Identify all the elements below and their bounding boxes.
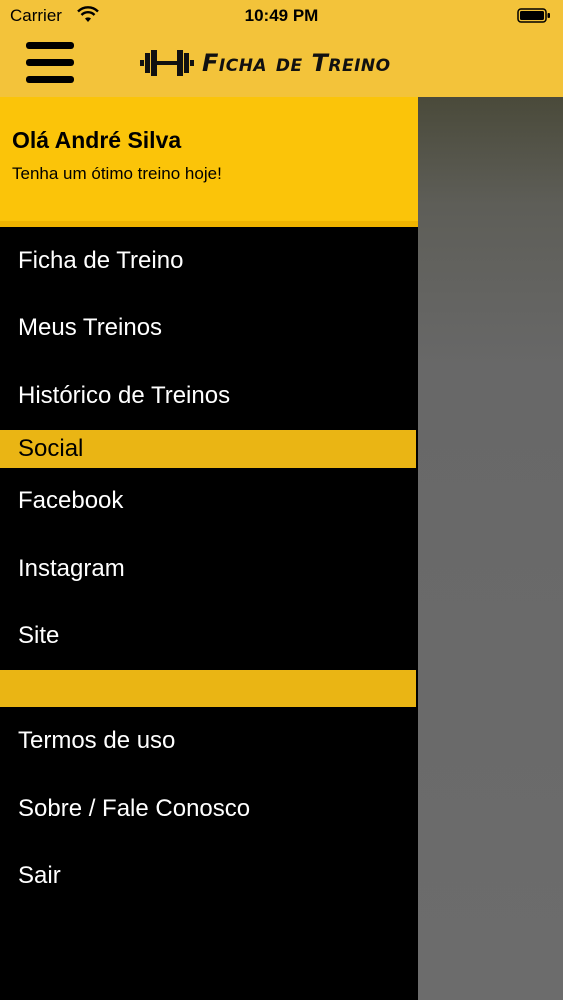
section-header-social: Social xyxy=(0,430,416,468)
menu-item-sair[interactable]: Sair xyxy=(0,843,418,909)
greeting-subtitle: Tenha um ótimo treino hoje! xyxy=(12,164,222,183)
navigation-drawer: Olá André Silva Tenha um ótimo treino ho… xyxy=(0,97,418,1000)
dimmed-content-overlay[interactable] xyxy=(418,97,563,1000)
app-title: Ficha de Treino xyxy=(202,49,391,77)
app-logo: Ficha de Treino xyxy=(140,46,391,80)
menu-item-termos-de-uso[interactable]: Termos de uso xyxy=(0,708,418,774)
user-greeting: Olá André Silva xyxy=(12,127,182,153)
dumbbell-icon xyxy=(140,50,194,76)
menu-item-historico-de-treinos[interactable]: Histórico de Treinos xyxy=(0,363,418,429)
app-bar: Carrier 10:49 PM Ficha de Treino xyxy=(0,0,563,97)
menu-item-site[interactable]: Site xyxy=(0,603,418,669)
status-bar: Carrier 10:49 PM xyxy=(0,0,563,32)
menu-item-instagram[interactable]: Instagram xyxy=(0,536,418,602)
menu-item-ficha-de-treino[interactable]: Ficha de Treino xyxy=(0,228,418,294)
drawer-header: Olá André Silva Tenha um ótimo treino ho… xyxy=(0,97,418,227)
battery-icon xyxy=(517,8,550,23)
menu-item-sobre-fale-conosco[interactable]: Sobre / Fale Conosco xyxy=(0,776,418,842)
clock: 10:49 PM xyxy=(244,6,319,25)
section-header-blank xyxy=(0,670,416,707)
menu-item-facebook[interactable]: Facebook xyxy=(0,468,418,534)
hamburger-icon[interactable] xyxy=(26,40,74,86)
menu-item-meus-treinos[interactable]: Meus Treinos xyxy=(0,295,418,361)
